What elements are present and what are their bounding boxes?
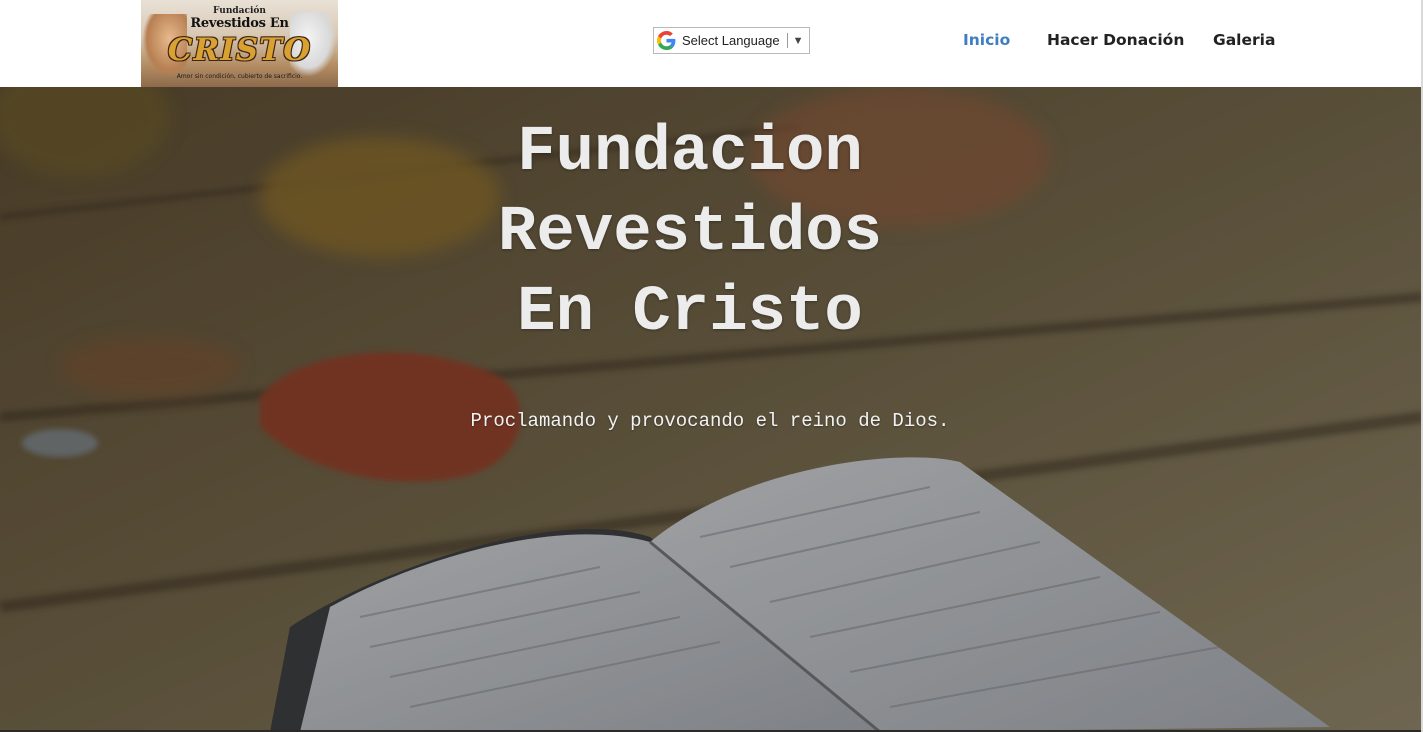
nav-link-inicio[interactable]: Inicio — [963, 31, 1010, 49]
logo-line-3: CRISTO — [167, 32, 312, 68]
hero-banner: Fundacion Revestidos En Cristo Proclaman… — [0, 87, 1423, 732]
hero-subtitle: Proclamando y provocando el reino de Dio… — [470, 410, 950, 432]
site-logo[interactable]: Fundación Revestidos En CRISTO Amor sin … — [141, 0, 338, 87]
logo-line-1: Fundación — [213, 6, 266, 16]
language-select[interactable]: Select Language ▼ — [653, 27, 810, 54]
language-select-label: Select Language — [682, 33, 780, 48]
nav-link-hacer-donacion[interactable]: Hacer Donación — [1047, 31, 1184, 49]
language-select-divider — [786, 33, 788, 48]
nav-link-galeria[interactable]: Galeria — [1213, 31, 1275, 49]
hero-title: Fundacion Revestidos En Cristo — [497, 117, 883, 349]
site-header: Fundación Revestidos En CRISTO Amor sin … — [0, 0, 1423, 87]
logo-tagline: Amor sin condición, cubierto de sacrific… — [176, 73, 303, 80]
google-icon — [657, 31, 676, 50]
dropdown-arrow-icon: ▼ — [792, 34, 804, 47]
logo-line-2: Revestidos En — [190, 16, 289, 31]
